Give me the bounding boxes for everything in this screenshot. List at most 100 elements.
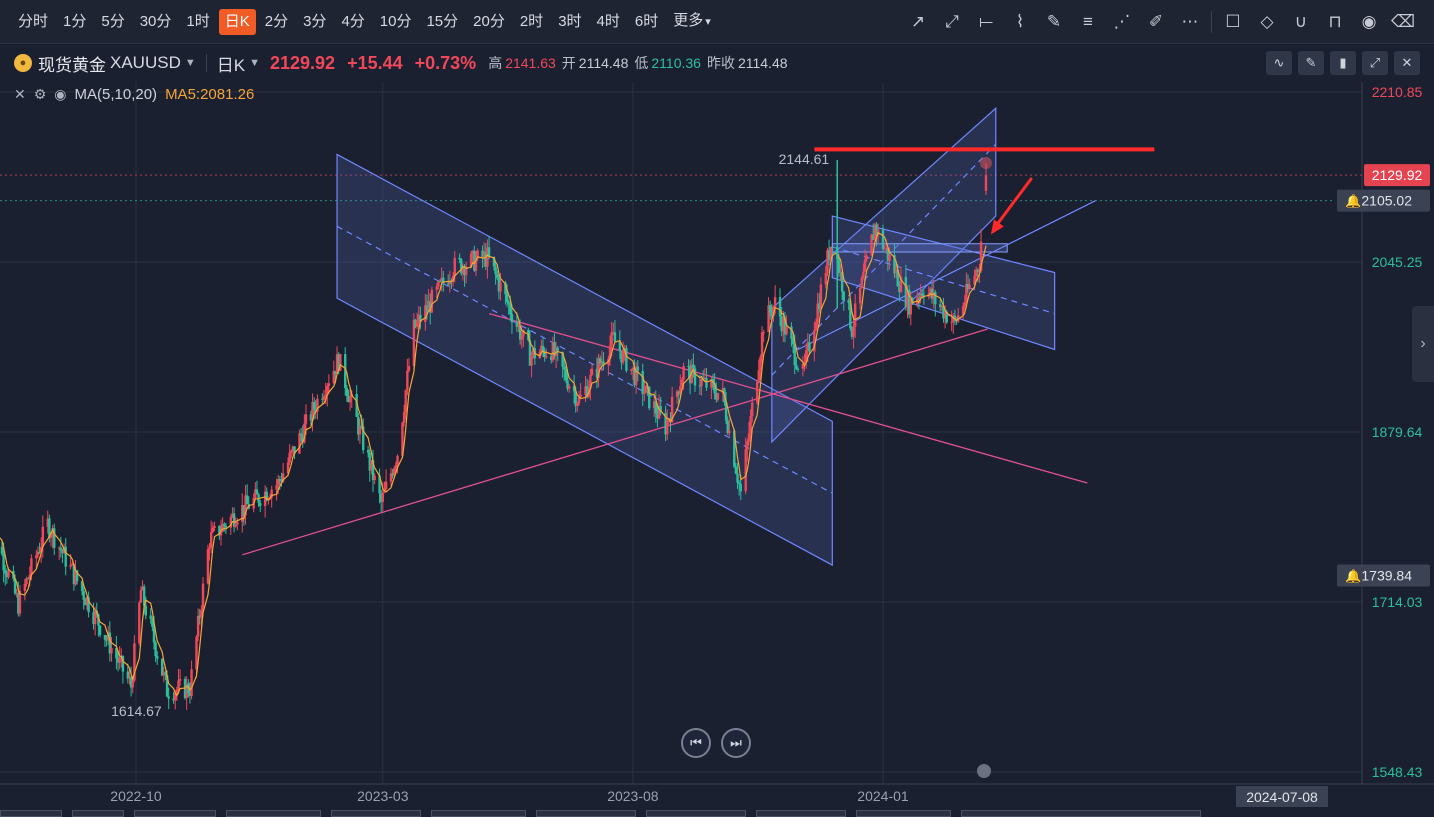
- expand-icon[interactable]: ⤢: [1362, 51, 1388, 75]
- candle: [520, 336, 523, 340]
- bottom-tab[interactable]: [134, 810, 216, 817]
- bottom-tab[interactable]: [0, 810, 62, 817]
- polyline-icon[interactable]: ⌇: [1003, 0, 1037, 44]
- candle: [322, 396, 326, 400]
- timeframe-list: 分时 1分 5分 30分 1时 日K 2分 3分 4分 10分 15分 20分 2时 3时 4时 6时 更多: [12, 8, 720, 35]
- symbol-name[interactable]: 现货黄金: [38, 51, 106, 76]
- bottom-tab[interactable]: [856, 810, 951, 817]
- candle: [496, 274, 499, 279]
- scroll-forward-button[interactable]: ⏭: [721, 728, 751, 758]
- candle: [41, 526, 45, 547]
- candle: [728, 430, 731, 434]
- candle: [196, 615, 200, 637]
- eraser-icon[interactable]: ◇: [1250, 0, 1284, 44]
- candle: [888, 255, 891, 262]
- bottom-tab[interactable]: [226, 810, 321, 817]
- timeframe-tab[interactable]: 20分: [467, 9, 511, 35]
- side-panel-toggle[interactable]: ›: [1412, 306, 1434, 382]
- x-tick-label: 2022-10: [110, 788, 162, 804]
- bottom-tab[interactable]: [331, 810, 421, 817]
- bottom-tab[interactable]: [756, 810, 846, 817]
- fibonacci-icon[interactable]: ≡: [1071, 0, 1105, 44]
- magnet-icon[interactable]: ∪: [1284, 0, 1318, 44]
- timeframe-tab[interactable]: 3时: [552, 9, 587, 35]
- period-select[interactable]: 日K: [217, 51, 245, 76]
- alert-price: 2105.02: [1361, 193, 1412, 209]
- timeframe-tab[interactable]: 10分: [374, 9, 418, 35]
- period-dropdown-icon[interactable]: ▼: [249, 57, 260, 69]
- low-marker-label: 1614.67: [111, 703, 162, 719]
- timeframe-tab[interactable]: 5分: [95, 9, 130, 35]
- candle: [2, 553, 5, 571]
- high-value: 2141.63: [505, 55, 556, 71]
- candle: [7, 570, 10, 577]
- symbol-code[interactable]: XAUUSD: [110, 53, 181, 73]
- candle: [621, 349, 625, 363]
- candle: [819, 284, 823, 309]
- timeframe-tab[interactable]: 4分: [335, 9, 370, 35]
- symbol-dropdown-icon[interactable]: ▼: [185, 57, 196, 69]
- candle: [82, 590, 85, 600]
- timeframe-tab[interactable]: 1分: [57, 9, 92, 35]
- high-marker-label: 2144.61: [779, 151, 830, 167]
- candle: [213, 525, 216, 528]
- timeframe-tab[interactable]: 4时: [591, 9, 626, 35]
- bottom-tab[interactable]: [431, 810, 526, 817]
- trend-line-icon[interactable]: ↗: [901, 0, 935, 44]
- close-icon[interactable]: ✕: [14, 86, 26, 103]
- price-change: +15.44: [347, 52, 403, 73]
- candle: [881, 229, 885, 250]
- candle: [734, 466, 738, 474]
- candle: [415, 320, 419, 327]
- timeframe-tab[interactable]: 分时: [12, 9, 54, 35]
- candle: [30, 558, 33, 575]
- draw-toggle-icon[interactable]: ✎: [1298, 51, 1324, 75]
- candle: [384, 481, 388, 490]
- close-icon[interactable]: ✕: [1394, 51, 1420, 75]
- latest-candle-glow: [979, 157, 992, 170]
- indicator-icon[interactable]: ∿: [1266, 51, 1292, 75]
- bottom-tab[interactable]: [646, 810, 746, 817]
- candle: [746, 441, 749, 450]
- bottom-tab[interactable]: [961, 810, 1201, 817]
- candle: [576, 403, 579, 406]
- settings-icon[interactable]: ⚙: [34, 86, 47, 103]
- note-icon[interactable]: ☐: [1216, 0, 1250, 44]
- pen-icon[interactable]: ✎: [1037, 0, 1071, 44]
- candle: [373, 475, 376, 481]
- scroll-back-button[interactable]: ⏮: [681, 728, 711, 758]
- candle: [327, 383, 331, 386]
- candle: [862, 271, 865, 278]
- bottom-tab[interactable]: [72, 810, 124, 817]
- timeframe-tab[interactable]: 2分: [259, 9, 294, 35]
- timeframe-tab[interactable]: 30分: [134, 9, 178, 35]
- unlock-icon[interactable]: ⊓: [1318, 0, 1352, 44]
- candle: [505, 294, 509, 303]
- eye-icon[interactable]: ◉: [1352, 0, 1386, 44]
- candle: [563, 366, 566, 370]
- candle-type-icon[interactable]: ▮: [1330, 51, 1356, 75]
- bottom-tab[interactable]: [536, 810, 636, 817]
- candle: [567, 386, 571, 389]
- timeframe-tab[interactable]: 6时: [629, 9, 664, 35]
- timeframe-tab[interactable]: 3分: [297, 9, 332, 35]
- fan-icon[interactable]: ⋰: [1105, 0, 1139, 44]
- ray-icon[interactable]: ⤢: [935, 0, 969, 44]
- trash-icon[interactable]: ⌫: [1386, 0, 1420, 44]
- candle: [613, 332, 617, 342]
- horizontal-line-icon[interactable]: ⟝: [969, 0, 1003, 44]
- last-price: 2129.92: [269, 52, 336, 73]
- price-chart[interactable]: 2210.85 2045.25 1879.64 1714.03 1548.43 2022-…: [0, 0, 1434, 817]
- more-dots-icon[interactable]: ⋯: [1173, 0, 1207, 44]
- candle: [358, 425, 362, 435]
- eye-icon[interactable]: ◉: [54, 86, 66, 103]
- timeframe-tab[interactable]: 1时: [180, 9, 215, 35]
- y-tick-label: 1714.03: [1372, 594, 1423, 610]
- timeframe-tab[interactable]: 日K: [218, 8, 256, 35]
- timeframe-tab[interactable]: 更多: [667, 8, 717, 35]
- candle: [716, 392, 720, 400]
- timeframe-tab[interactable]: 15分: [420, 9, 464, 35]
- timeframe-tab[interactable]: 2时: [514, 9, 549, 35]
- candle: [692, 364, 695, 369]
- highlighter-icon[interactable]: ✐: [1139, 0, 1173, 44]
